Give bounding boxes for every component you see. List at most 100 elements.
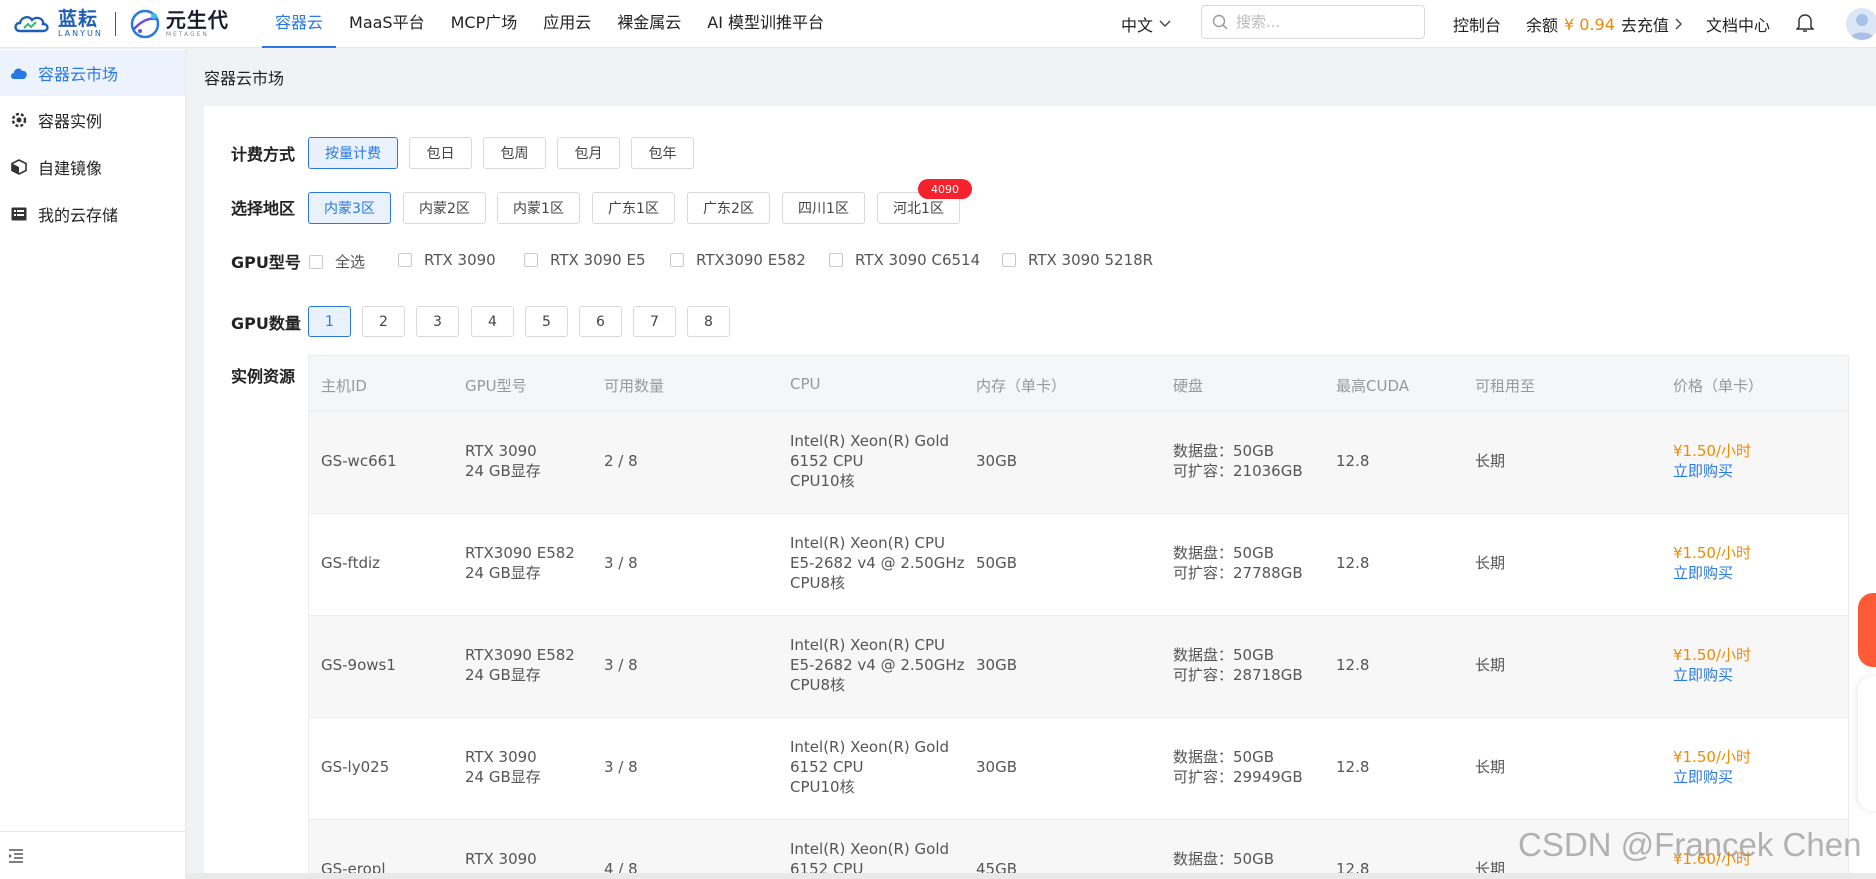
logo-divider xyxy=(114,12,116,36)
col-gpu-model: GPU型号 xyxy=(465,377,527,395)
gpu-type-rtx3090[interactable]: RTX 3090 xyxy=(398,251,496,269)
cell-rent-until: 长期 xyxy=(1475,452,1506,470)
nav-bare-metal[interactable]: 裸金属云 xyxy=(604,0,694,48)
cell-rent-until: 长期 xyxy=(1475,758,1506,776)
cell-memory: 30GB xyxy=(976,758,1018,776)
nav-ai-training[interactable]: AI 模型训推平台 xyxy=(694,0,837,48)
docs-link[interactable]: 文档中心 xyxy=(1706,12,1770,36)
sidebar-item-label: 容器实例 xyxy=(38,112,103,131)
billing-pay-as-you-go[interactable]: 按量计费 xyxy=(308,137,398,169)
cell-cpu: CPU8核 xyxy=(790,676,846,694)
checkbox[interactable] xyxy=(524,253,538,267)
horizontal-scrollbar[interactable] xyxy=(186,873,1876,879)
floating-support-tab[interactable] xyxy=(1858,676,1876,811)
buy-now-link[interactable]: 立即购买 xyxy=(1673,765,1733,790)
cell-gpu-model: 24 GB显存 xyxy=(465,564,541,582)
col-host-id: 主机ID xyxy=(321,377,367,395)
buy-now-link[interactable]: 立即购买 xyxy=(1673,663,1733,688)
nav-container-cloud[interactable]: 容器云 xyxy=(262,0,337,48)
gpu-type-select-all[interactable]: 全选 xyxy=(309,251,365,272)
checkbox-label: RTX 3090 C6514 xyxy=(855,251,981,269)
main-nav: 容器云 MaaS平台 MCP广场 应用云 裸金属云 AI 模型训推平台 xyxy=(262,0,837,48)
gpu-count-4[interactable]: 4 xyxy=(471,306,514,337)
gpu-count-7[interactable]: 7 xyxy=(633,306,676,337)
table-row: GS-9ows1 RTX3090 E582 24 GB显存 3 / 8 Intel(R)… xyxy=(309,616,1848,718)
gpu-type-rtx3090-e5[interactable]: RTX 3090 E5 xyxy=(524,251,646,269)
bell-icon[interactable] xyxy=(1795,13,1815,37)
cell-cpu: CPU8核 xyxy=(790,574,846,592)
nav-app-cloud[interactable]: 应用云 xyxy=(530,0,604,48)
buy-now-link[interactable]: 立即购买 xyxy=(1673,561,1733,586)
gpu-count-1[interactable]: 1 xyxy=(308,306,351,337)
console-link[interactable]: 控制台 xyxy=(1453,12,1501,36)
checkbox[interactable] xyxy=(398,253,412,267)
cell-cpu: CPU10核 xyxy=(790,778,855,796)
cell-host-id: GS-ly025 xyxy=(321,758,390,776)
search-box[interactable] xyxy=(1201,5,1425,39)
floating-promo-tab[interactable] xyxy=(1858,593,1876,667)
billing-monthly[interactable]: 包月 xyxy=(557,137,620,169)
cell-available: 2 / 8 xyxy=(604,452,638,470)
balance-label: 余额 xyxy=(1526,16,1559,35)
checkbox-label: RTX3090 E582 xyxy=(696,251,806,269)
gpu-count-2[interactable]: 2 xyxy=(362,306,405,337)
region-inner-mongolia-3[interactable]: 内蒙3区 xyxy=(308,192,391,224)
cell-gpu-model: 24 GB显存 xyxy=(465,666,541,684)
sidebar-item-custom-images[interactable]: 自建镜像 xyxy=(0,144,185,190)
logo[interactable]: 蓝耘 LANYUN 元生代 METAGEN xyxy=(12,5,229,43)
lanyun-logo-cn: 蓝耘 xyxy=(58,8,99,30)
top-bar: 蓝耘 LANYUN 元生代 METAGEN 容器云 MaaS平台 MCP广场 应… xyxy=(0,0,1876,48)
cell-disk: 可扩容：28718GB xyxy=(1173,666,1303,684)
cell-cpu: CPU10核 xyxy=(790,472,855,490)
checkbox[interactable] xyxy=(1002,253,1016,267)
language-selector[interactable]: 中文 xyxy=(1121,12,1171,36)
region-label: 选择地区 xyxy=(231,199,296,218)
gpu-count-5[interactable]: 5 xyxy=(525,306,568,337)
sidebar-item-cloud-storage[interactable]: 我的云存储 xyxy=(0,191,185,237)
balance[interactable]: 余额 ¥ 0.94 去充值 xyxy=(1526,12,1683,36)
checkbox[interactable] xyxy=(670,253,684,267)
sidebar-item-container-market[interactable]: 容器云市场 xyxy=(0,50,185,96)
balance-amount: ¥ 0.94 xyxy=(1564,14,1615,34)
metagen-logo: 元生代 METAGEN xyxy=(128,7,229,41)
cell-available: 3 / 8 xyxy=(604,758,638,776)
billing-yearly[interactable]: 包年 xyxy=(631,137,694,169)
gpu-type-rtx3090-e582[interactable]: RTX3090 E582 xyxy=(670,251,806,269)
checkbox[interactable] xyxy=(829,253,843,267)
table-row: GS-ly025 RTX 3090 24 GB显存 3 / 8 Intel(R) Xeo… xyxy=(309,718,1848,820)
nav-maas[interactable]: MaaS平台 xyxy=(336,0,438,48)
breadcrumb: 容器云市场 xyxy=(204,69,285,88)
sidebar-collapse-button[interactable] xyxy=(0,831,185,879)
recharge-link[interactable]: 去充值 xyxy=(1621,12,1669,36)
checkbox[interactable] xyxy=(309,254,323,269)
menu-collapse-icon xyxy=(9,848,23,863)
table-row: GS-wc661 RTX 3090 24 GB显存 2 / 8 Intel(R) Xeo… xyxy=(309,412,1848,514)
search-icon xyxy=(1212,14,1228,30)
avatar[interactable] xyxy=(1846,8,1876,40)
language-label: 中文 xyxy=(1121,16,1154,35)
col-disk: 硬盘 xyxy=(1173,377,1204,395)
table-header: 主机ID GPU型号 可用数量 CPU 内存（单卡） 硬盘 最高CUDA 可租用… xyxy=(309,356,1848,412)
gpu-type-rtx3090-5218r[interactable]: RTX 3090 5218R xyxy=(1002,251,1153,269)
search-input[interactable] xyxy=(1236,13,1406,31)
region-guangdong-1[interactable]: 广东1区 xyxy=(592,192,675,224)
billing-daily[interactable]: 包日 xyxy=(409,137,472,169)
gpu-type-rtx3090-c6514[interactable]: RTX 3090 C6514 xyxy=(829,251,980,269)
sidebar-item-container-instances[interactable]: 容器实例 xyxy=(0,97,185,143)
storage-list-icon xyxy=(10,205,28,223)
buy-now-link[interactable]: 立即购买 xyxy=(1673,459,1733,484)
gpu-count-8[interactable]: 8 xyxy=(687,306,730,337)
region-inner-mongolia-1[interactable]: 内蒙1区 xyxy=(497,192,580,224)
billing-weekly[interactable]: 包周 xyxy=(483,137,546,169)
gpu-count-6[interactable]: 6 xyxy=(579,306,622,337)
cell-available: 3 / 8 xyxy=(604,656,638,674)
region-sichuan-1[interactable]: 四川1区 xyxy=(782,192,865,224)
gpu-count-3[interactable]: 3 xyxy=(416,306,459,337)
sidebar-item-label: 自建镜像 xyxy=(38,159,103,178)
nav-mcp[interactable]: MCP广场 xyxy=(438,0,531,48)
cell-disk: 可扩容：29949GB xyxy=(1173,768,1303,786)
region-inner-mongolia-2[interactable]: 内蒙2区 xyxy=(403,192,486,224)
region-guangdong-2[interactable]: 广东2区 xyxy=(687,192,770,224)
cell-memory: 30GB xyxy=(976,452,1018,470)
gpu-type-label: GPU型号 xyxy=(231,253,301,272)
